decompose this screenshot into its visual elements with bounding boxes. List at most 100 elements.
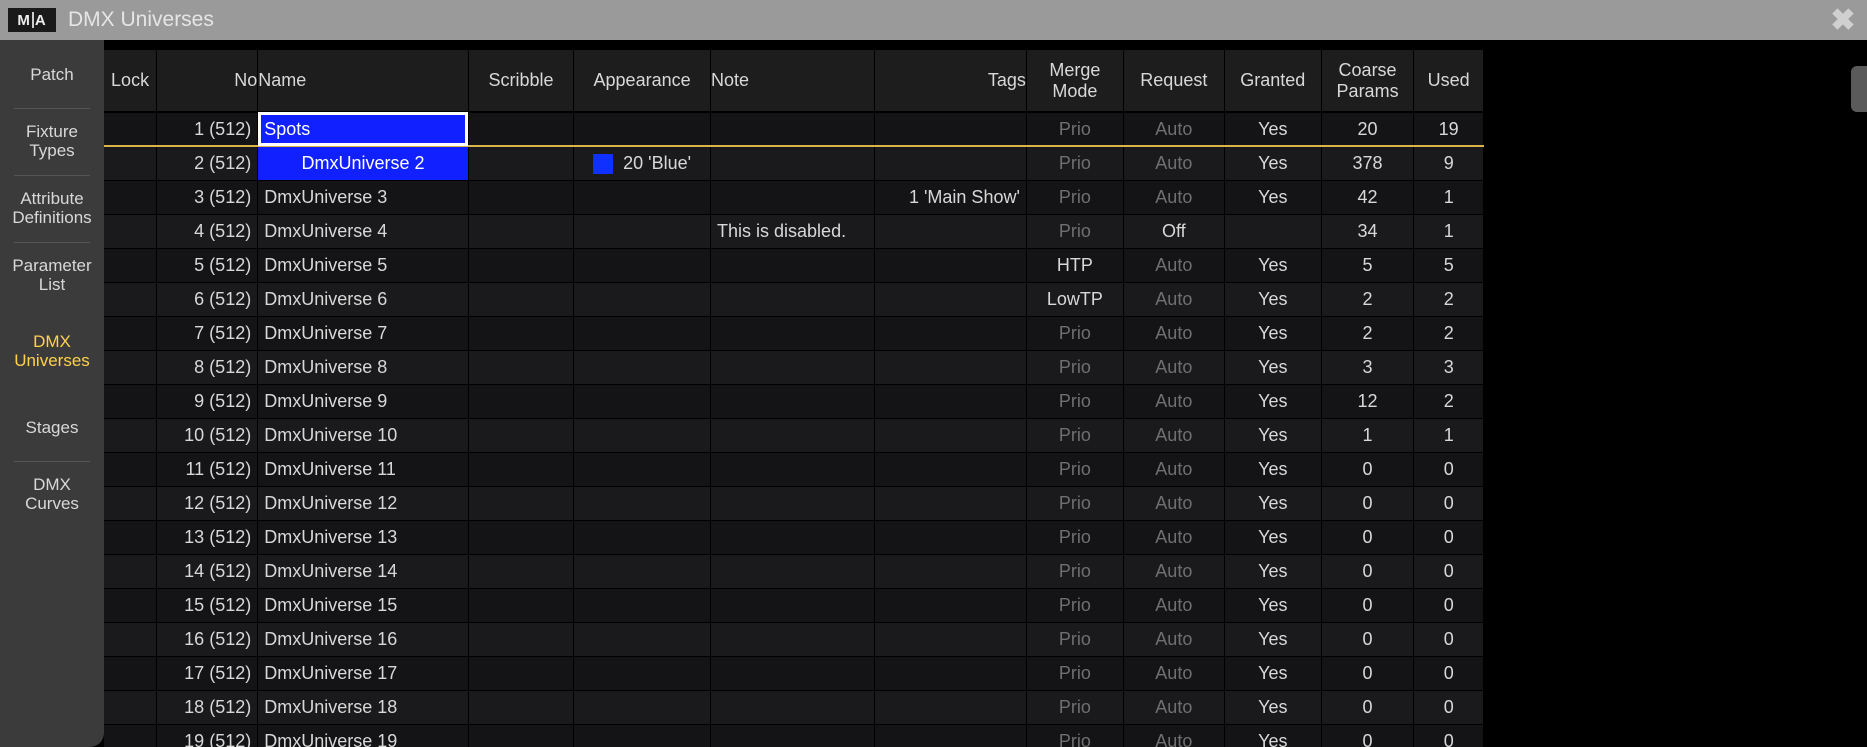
cell-name[interactable]: DmxUniverse 15 <box>258 588 469 622</box>
cell-name[interactable]: DmxUniverse 11 <box>258 452 469 486</box>
cell-granted[interactable]: Yes <box>1224 282 1321 316</box>
table-row[interactable]: 3 (512)DmxUniverse 31 'Main Show'PrioAut… <box>104 180 1484 214</box>
table-row[interactable]: 1 (512)SpotsPrioAutoYes2019 <box>104 112 1484 146</box>
col-header-request[interactable]: Request <box>1123 50 1224 112</box>
cell-coarse-params[interactable]: 5 <box>1321 248 1414 282</box>
cell-granted[interactable]: Yes <box>1224 180 1321 214</box>
cell-appearance[interactable] <box>574 384 711 418</box>
sidebar-item-attribute-definitions[interactable]: AttributeDefinitions <box>0 176 104 242</box>
cell-no[interactable]: 1 (512) <box>157 112 258 146</box>
cell-scribble[interactable] <box>468 282 573 316</box>
cell-appearance[interactable] <box>574 282 711 316</box>
cell-lock[interactable] <box>104 146 157 180</box>
cell-coarse-params[interactable]: 34 <box>1321 214 1414 248</box>
table-row[interactable]: 18 (512)DmxUniverse 18PrioAutoYes00 <box>104 690 1484 724</box>
table-row[interactable]: 19 (512)DmxUniverse 19PrioAutoYes00 <box>104 724 1484 747</box>
table-row[interactable]: 8 (512)DmxUniverse 8PrioAutoYes33 <box>104 350 1484 384</box>
cell-note[interactable] <box>711 622 875 656</box>
cell-tags[interactable] <box>875 656 1027 690</box>
cell-merge-mode[interactable]: Prio <box>1026 656 1123 690</box>
cell-lock[interactable] <box>104 248 157 282</box>
cell-merge-mode[interactable]: Prio <box>1026 146 1123 180</box>
cell-scribble[interactable] <box>468 452 573 486</box>
cell-request[interactable]: Auto <box>1123 520 1224 554</box>
cell-coarse-params[interactable]: 0 <box>1321 554 1414 588</box>
cell-scribble[interactable] <box>468 622 573 656</box>
sidebar-item-dmx-curves[interactable]: DMXCurves <box>0 462 104 528</box>
cell-no[interactable]: 4 (512) <box>157 214 258 248</box>
cell-coarse-params[interactable]: 0 <box>1321 520 1414 554</box>
cell-scribble[interactable] <box>468 384 573 418</box>
cell-merge-mode[interactable]: Prio <box>1026 316 1123 350</box>
cell-scribble[interactable] <box>468 214 573 248</box>
cell-used[interactable]: 0 <box>1414 724 1484 747</box>
cell-note[interactable] <box>711 282 875 316</box>
cell-lock[interactable] <box>104 690 157 724</box>
cell-merge-mode[interactable]: Prio <box>1026 112 1123 146</box>
cell-name[interactable]: DmxUniverse 16 <box>258 622 469 656</box>
cell-granted[interactable]: Yes <box>1224 350 1321 384</box>
cell-lock[interactable] <box>104 622 157 656</box>
cell-granted[interactable]: Yes <box>1224 656 1321 690</box>
cell-granted[interactable]: Yes <box>1224 690 1321 724</box>
cell-used[interactable]: 0 <box>1414 554 1484 588</box>
cell-note[interactable] <box>711 248 875 282</box>
cell-note[interactable] <box>711 554 875 588</box>
cell-appearance[interactable] <box>574 656 711 690</box>
cell-tags[interactable] <box>875 520 1027 554</box>
col-header-granted[interactable]: Granted <box>1224 50 1321 112</box>
cell-no[interactable]: 2 (512) <box>157 146 258 180</box>
col-header-scribble[interactable]: Scribble <box>468 50 573 112</box>
cell-tags[interactable] <box>875 316 1027 350</box>
cell-request[interactable]: Auto <box>1123 350 1224 384</box>
cell-granted[interactable]: Yes <box>1224 622 1321 656</box>
cell-tags[interactable] <box>875 248 1027 282</box>
cell-granted[interactable]: Yes <box>1224 486 1321 520</box>
cell-scribble[interactable] <box>468 656 573 690</box>
cell-name[interactable]: Spots <box>258 112 469 146</box>
cell-used[interactable]: 1 <box>1414 214 1484 248</box>
cell-request[interactable]: Auto <box>1123 418 1224 452</box>
cell-lock[interactable] <box>104 724 157 747</box>
cell-name[interactable]: DmxUniverse 8 <box>258 350 469 384</box>
cell-merge-mode[interactable]: Prio <box>1026 180 1123 214</box>
cell-merge-mode[interactable]: Prio <box>1026 724 1123 747</box>
table-row[interactable]: 6 (512)DmxUniverse 6LowTPAutoYes22 <box>104 282 1484 316</box>
cell-lock[interactable] <box>104 112 157 146</box>
cell-no[interactable]: 3 (512) <box>157 180 258 214</box>
cell-used[interactable]: 9 <box>1414 146 1484 180</box>
cell-request[interactable]: Auto <box>1123 384 1224 418</box>
cell-no[interactable]: 19 (512) <box>157 724 258 747</box>
cell-request[interactable]: Auto <box>1123 282 1224 316</box>
cell-note[interactable] <box>711 180 875 214</box>
cell-name[interactable]: DmxUniverse 18 <box>258 690 469 724</box>
cell-scribble[interactable] <box>468 690 573 724</box>
cell-used[interactable]: 1 <box>1414 180 1484 214</box>
col-header-tags[interactable]: Tags <box>875 50 1027 112</box>
cell-no[interactable]: 15 (512) <box>157 588 258 622</box>
cell-note[interactable] <box>711 418 875 452</box>
cell-lock[interactable] <box>104 554 157 588</box>
sidebar-item-dmx-universes[interactable]: DMXUniverses <box>0 319 104 385</box>
cell-no[interactable]: 16 (512) <box>157 622 258 656</box>
cell-lock[interactable] <box>104 180 157 214</box>
cell-lock[interactable] <box>104 656 157 690</box>
cell-coarse-params[interactable]: 20 <box>1321 112 1414 146</box>
cell-scribble[interactable] <box>468 520 573 554</box>
cell-granted[interactable]: Yes <box>1224 554 1321 588</box>
cell-coarse-params[interactable]: 2 <box>1321 316 1414 350</box>
cell-granted[interactable]: Yes <box>1224 146 1321 180</box>
cell-request[interactable]: Auto <box>1123 588 1224 622</box>
cell-request[interactable]: Auto <box>1123 452 1224 486</box>
cell-coarse-params[interactable]: 42 <box>1321 180 1414 214</box>
cell-request[interactable]: Auto <box>1123 724 1224 747</box>
cell-tags[interactable] <box>875 146 1027 180</box>
cell-merge-mode[interactable]: Prio <box>1026 486 1123 520</box>
table-row[interactable]: 10 (512)DmxUniverse 10PrioAutoYes11 <box>104 418 1484 452</box>
cell-name[interactable]: DmxUniverse 10 <box>258 418 469 452</box>
cell-merge-mode[interactable]: Prio <box>1026 384 1123 418</box>
cell-request[interactable]: Auto <box>1123 554 1224 588</box>
cell-appearance[interactable] <box>574 316 711 350</box>
cell-used[interactable]: 1 <box>1414 418 1484 452</box>
cell-request[interactable]: Auto <box>1123 486 1224 520</box>
